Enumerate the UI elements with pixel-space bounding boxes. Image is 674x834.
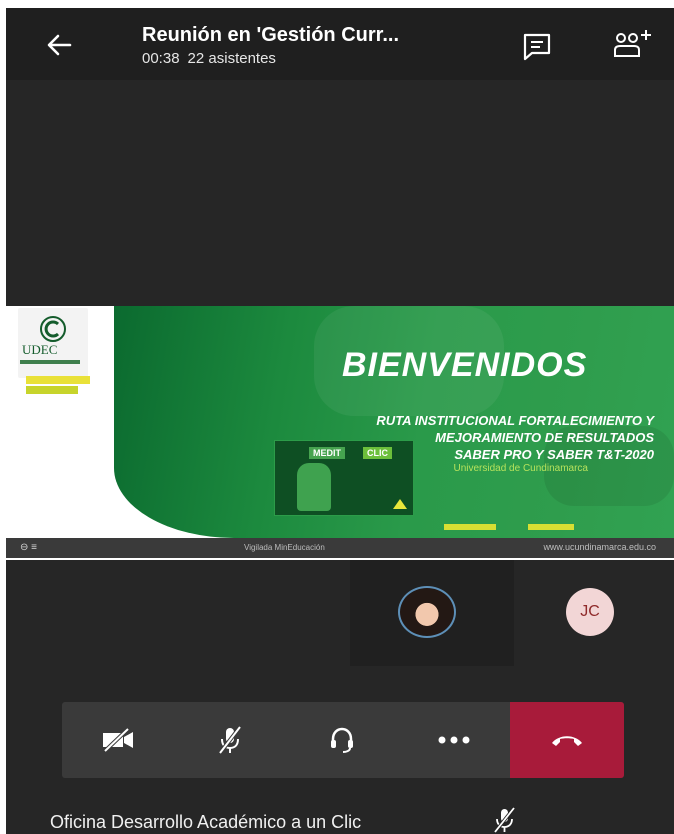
udec-logo-text: UDEC bbox=[22, 342, 58, 357]
udec-emblem-icon bbox=[40, 316, 66, 342]
medit-label: MEDIT bbox=[309, 447, 345, 459]
logo-underline bbox=[20, 360, 80, 364]
logo-stripe bbox=[26, 376, 90, 384]
slide-footer-vigilada: Vigilada MinEducación bbox=[244, 543, 325, 552]
add-participants-icon[interactable] bbox=[608, 26, 656, 64]
participant-initials-avatar: JC bbox=[566, 588, 614, 636]
participant-tile[interactable]: JC bbox=[514, 560, 674, 666]
meeting-title: Reunión en 'Gestión Curr... bbox=[142, 24, 400, 46]
meeting-title-block: Reunión en 'Gestión Curr... 00:38 22 asis… bbox=[142, 24, 512, 67]
hang-up-phone-icon bbox=[552, 736, 582, 746]
participant-tile[interactable] bbox=[350, 560, 514, 666]
more-icon bbox=[438, 736, 470, 744]
cursor-arrow-icon bbox=[393, 499, 407, 509]
shared-presentation: UDEC BIENVENIDOS RUTA INSTITUCIONAL FORT… bbox=[6, 306, 674, 560]
university-name: Universidad de Cundinamarca bbox=[453, 463, 588, 474]
medit-clic-card: MEDIT CLIC bbox=[274, 440, 414, 516]
call-controls bbox=[62, 702, 624, 778]
attendee-count: 22 asistentes bbox=[187, 50, 276, 67]
clic-label: CLIC bbox=[363, 447, 392, 459]
more-options-button[interactable] bbox=[398, 702, 510, 778]
call-duration: 00:38 bbox=[142, 50, 180, 67]
slide-accent-strip bbox=[444, 524, 496, 530]
audio-settings-button[interactable] bbox=[286, 702, 398, 778]
logo-stripe bbox=[26, 386, 78, 394]
figure-icon bbox=[297, 463, 331, 511]
route-line: RUTA INSTITUCIONAL FORTALECIMIENTO Y bbox=[376, 413, 654, 428]
slide-banner: BIENVENIDOS RUTA INSTITUCIONAL FORTALECI… bbox=[114, 306, 674, 538]
call-header: Reunión en 'Gestión Curr... 00:38 22 asis… bbox=[6, 8, 674, 80]
participant-avatar bbox=[398, 586, 456, 638]
mic-off-icon bbox=[218, 725, 242, 755]
camera-off-icon bbox=[103, 727, 133, 753]
headset-icon bbox=[331, 727, 353, 753]
slide-footer-icons: ⊖ ≡ bbox=[20, 542, 37, 553]
hang-up-button[interactable] bbox=[510, 702, 624, 778]
slide-footer-url: www.ucundinamarca.edu.co bbox=[543, 542, 656, 552]
muted-mic-icon bbox=[493, 806, 516, 834]
welcome-heading: BIENVENIDOS bbox=[342, 346, 588, 384]
slide-accent-strip bbox=[528, 524, 574, 530]
meeting-subtitle: 00:38 22 asistentes bbox=[142, 50, 512, 67]
camera-toggle-button[interactable] bbox=[62, 702, 174, 778]
slide-footer-bar: ⊖ ≡ Vigilada MinEducación www.ucundinama… bbox=[6, 538, 674, 558]
teams-call-screen: Reunión en 'Gestión Curr... 00:38 22 asis… bbox=[6, 8, 674, 834]
chat-icon[interactable] bbox=[520, 30, 554, 62]
meeting-name-label: Oficina Desarrollo Académico a un Clic bbox=[50, 812, 362, 832]
back-arrow-icon[interactable] bbox=[42, 28, 76, 62]
mic-toggle-button[interactable] bbox=[174, 702, 286, 778]
slide-logo-area: UDEC bbox=[6, 306, 114, 538]
